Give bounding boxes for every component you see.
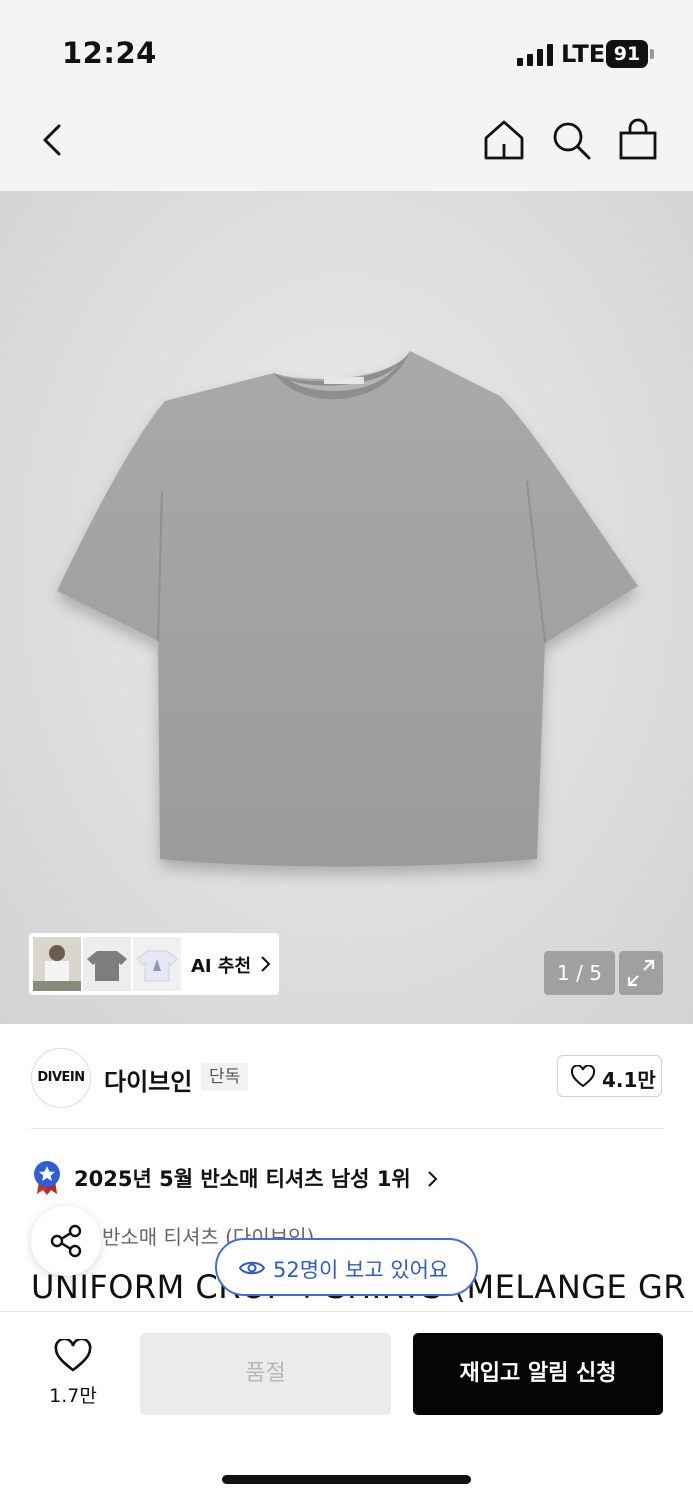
brand-like-button[interactable]: 4.1만 — [557, 1055, 662, 1097]
tshirt-image — [57, 351, 638, 867]
soldout-button: 품절 — [140, 1333, 391, 1415]
image-counter: 1 / 5 — [544, 951, 615, 995]
heart-icon — [54, 1339, 92, 1372]
exclusive-badge: 단독 — [201, 1063, 249, 1091]
wishlist-count: 1.7만 — [49, 1385, 97, 1407]
wishlist-button[interactable]: 1.7만 — [47, 1339, 99, 1409]
battery-icon: 91 — [606, 40, 654, 68]
ai-recommend-button[interactable]: AI 추천 — [29, 933, 279, 995]
ranking-link[interactable]: 2025년 5월 반소매 티셔츠 남성 1위 — [74, 1163, 411, 1193]
restock-alert-button[interactable]: 재입고 알림 신청 — [413, 1333, 663, 1415]
recommend-thumb-model — [33, 937, 81, 991]
ai-recommend-label: AI 추천 — [191, 956, 252, 977]
signal-icon — [517, 44, 553, 66]
chevron-right-icon — [428, 1171, 438, 1187]
search-icon[interactable] — [549, 118, 593, 162]
recommend-thumb-gray-tshirt — [83, 937, 131, 991]
network-type: LTE — [561, 40, 606, 68]
heart-icon — [570, 1065, 596, 1088]
chevron-right-icon — [261, 956, 271, 972]
eye-icon — [239, 1261, 265, 1275]
live-viewers-text: 52명이 보고 있어요 — [273, 1258, 449, 1282]
rank-badge-icon — [34, 1161, 60, 1195]
brand-like-count: 4.1만 — [602, 1068, 656, 1092]
brand-logo[interactable]: DIVEIN — [31, 1048, 91, 1108]
expand-icon[interactable] — [619, 951, 663, 995]
shopping-bag-icon[interactable] — [616, 118, 660, 162]
brand-name[interactable]: 다이브인 — [104, 1062, 192, 1097]
status-time: 12:24 — [62, 36, 157, 70]
recommend-thumb-white-tshirt — [133, 937, 181, 991]
share-button[interactable] — [31, 1206, 101, 1276]
live-viewers-pill: 52명이 보고 있어요 — [215, 1238, 478, 1296]
chevron-left-icon[interactable] — [31, 118, 75, 162]
battery-level: 91 — [606, 40, 648, 68]
share-icon — [50, 1224, 82, 1258]
product-image-gallery[interactable] — [0, 191, 693, 1024]
home-indicator — [222, 1475, 471, 1484]
home-icon[interactable] — [482, 118, 526, 162]
divider — [31, 1128, 663, 1129]
